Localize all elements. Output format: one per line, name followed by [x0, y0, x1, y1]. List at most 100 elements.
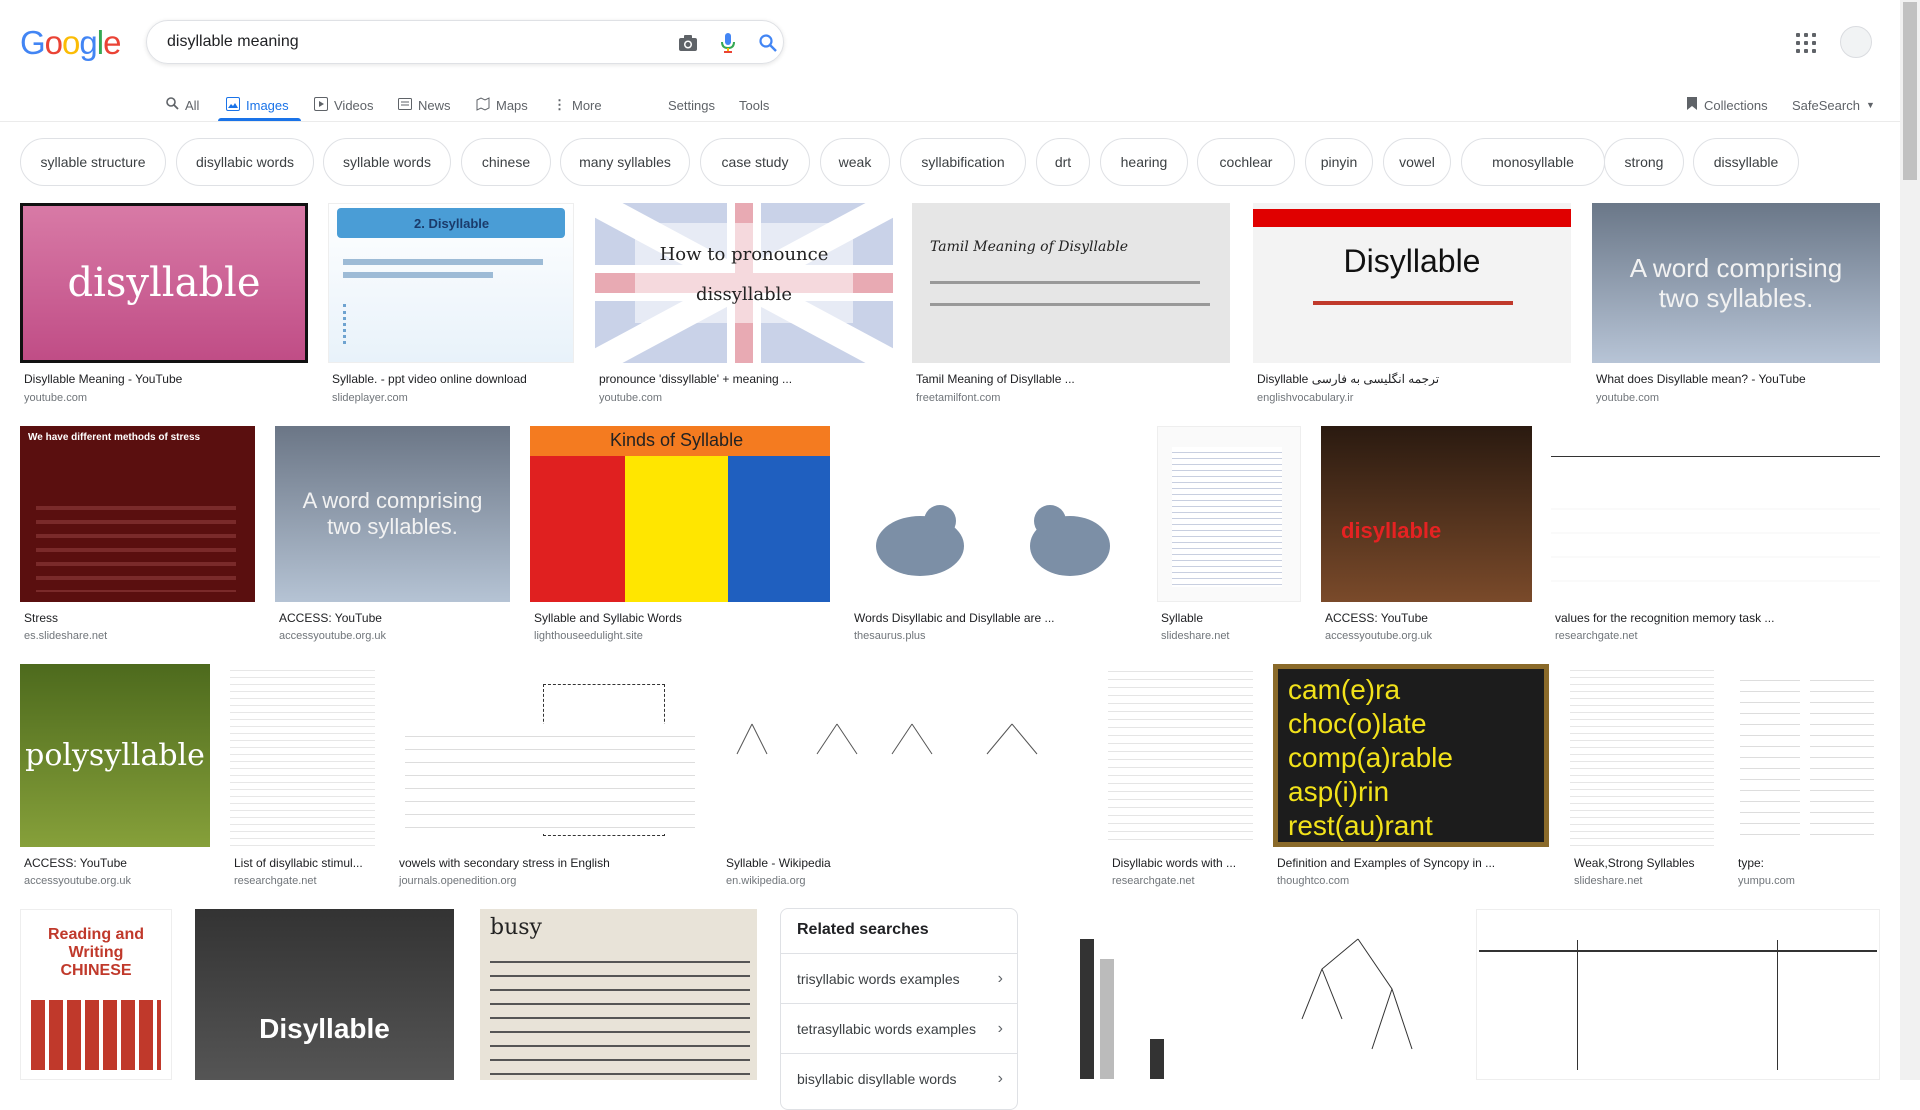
result-thumbnail[interactable]: [395, 664, 701, 847]
result-caption[interactable]: Syllable: [1161, 611, 1301, 625]
result-thumbnail[interactable]: How to pronounce dissyllable: [595, 203, 893, 363]
result-caption[interactable]: Syllable. - ppt video online download: [332, 372, 572, 386]
result-thumbnail[interactable]: disyllable: [1321, 426, 1532, 602]
chip[interactable]: syllable words: [323, 138, 451, 186]
chip[interactable]: strong: [1604, 138, 1684, 186]
result-thumbnail[interactable]: Kinds of Syllable: [530, 426, 830, 602]
result-source: englishvocabulary.ir: [1257, 392, 1354, 404]
search-icon[interactable]: [757, 32, 779, 54]
result-thumbnail[interactable]: [722, 664, 1088, 847]
chevron-right-icon: ›: [997, 1019, 1003, 1037]
chip[interactable]: dissyllable: [1693, 138, 1799, 186]
scrollbar-thumb[interactable]: [1903, 2, 1917, 180]
result-thumbnail[interactable]: [1040, 909, 1237, 1080]
result-caption[interactable]: Syllable - Wikipedia: [726, 856, 1086, 870]
more-vert-icon: ⋮: [553, 97, 566, 112]
result-thumbnail[interactable]: Disyllable: [195, 909, 454, 1080]
result-caption[interactable]: ACCESS: YouTube: [24, 856, 210, 870]
result-thumbnail[interactable]: Tamil Meaning of Disyllable: [912, 203, 1230, 363]
related-search-item[interactable]: trisyllabic words examples ›: [781, 953, 1017, 1003]
tab-settings[interactable]: Settings: [668, 90, 715, 120]
chip[interactable]: syllabification: [900, 138, 1026, 186]
tab-all[interactable]: All: [166, 90, 199, 120]
chip[interactable]: vowel: [1383, 138, 1451, 186]
result-caption[interactable]: vowels with secondary stress in English: [399, 856, 699, 870]
result-thumbnail[interactable]: [230, 664, 375, 847]
result-caption[interactable]: Stress: [24, 611, 252, 625]
result-caption[interactable]: Syllable and Syllabic Words: [534, 611, 826, 625]
chip[interactable]: disyllabic words: [176, 138, 314, 186]
tab-images[interactable]: Images: [226, 90, 289, 120]
chip[interactable]: syllable structure: [20, 138, 166, 186]
safesearch-dropdown[interactable]: SafeSearch ▼: [1792, 90, 1875, 120]
play-icon: [314, 96, 328, 114]
result-source: thoughtco.com: [1277, 875, 1350, 887]
search-box[interactable]: disyllable meaning: [146, 20, 784, 64]
tab-videos[interactable]: Videos: [314, 90, 374, 120]
result-caption[interactable]: pronounce 'dissyllable' + meaning ...: [599, 372, 889, 386]
result-thumbnail[interactable]: cam(e)ra choc(o)late comp(a)rable asp(i)…: [1273, 664, 1549, 847]
result-thumbnail[interactable]: [1157, 426, 1301, 602]
result-caption[interactable]: Words Disyllabic and Disyllable are ...: [854, 611, 1134, 625]
apps-grid-icon[interactable]: [1796, 33, 1816, 53]
result-thumbnail[interactable]: Disyllable: [1253, 203, 1571, 363]
result-caption[interactable]: Disyllable Meaning - YouTube: [24, 372, 304, 386]
result-caption[interactable]: type:: [1738, 856, 1878, 870]
result-caption[interactable]: Disyllable ترجمه انگلیسی به فارسی: [1257, 372, 1567, 386]
chip[interactable]: weak: [820, 138, 890, 186]
result-thumbnail[interactable]: [1570, 664, 1714, 847]
chevron-right-icon: ›: [997, 1069, 1003, 1087]
result-thumbnail[interactable]: busy: [480, 909, 757, 1080]
result-thumbnail[interactable]: [1262, 909, 1455, 1080]
result-thumbnail[interactable]: polysyllable: [20, 664, 210, 847]
chip[interactable]: chinese: [461, 138, 551, 186]
image-icon: [226, 96, 240, 114]
chip[interactable]: drt: [1036, 138, 1090, 186]
result-caption[interactable]: Weak,Strong Syllables: [1574, 856, 1714, 870]
result-thumbnail[interactable]: A word comprising two syllables.: [275, 426, 510, 602]
result-source: thesaurus.plus: [854, 630, 926, 642]
result-source: slideplayer.com: [332, 392, 408, 404]
result-thumbnail[interactable]: 2. Disyllable: [328, 203, 574, 363]
result-thumbnail[interactable]: [850, 426, 1136, 602]
result-thumbnail[interactable]: [1551, 426, 1880, 602]
result-thumbnail[interactable]: Reading and Writing CHINESE: [20, 909, 172, 1080]
result-thumbnail[interactable]: [1734, 664, 1880, 847]
result-source: researchgate.net: [1555, 630, 1638, 642]
tab-tools[interactable]: Tools: [739, 90, 769, 120]
map-icon: [476, 96, 490, 114]
tab-more[interactable]: ⋮ More: [553, 90, 602, 120]
tab-news[interactable]: News: [398, 90, 451, 120]
tab-maps[interactable]: Maps: [476, 90, 528, 120]
result-caption[interactable]: Definition and Examples of Syncopy in ..…: [1277, 856, 1547, 870]
related-search-item[interactable]: tetrasyllabic words examples ›: [781, 1003, 1017, 1053]
search-input[interactable]: disyllable meaning: [167, 33, 299, 51]
chip[interactable]: monosyllable: [1461, 138, 1605, 186]
google-logo[interactable]: Google: [20, 24, 121, 62]
result-source: slideshare.net: [1574, 875, 1643, 887]
microphone-icon[interactable]: [717, 32, 739, 54]
result-thumbnail[interactable]: [1108, 664, 1253, 847]
camera-icon[interactable]: [677, 32, 699, 54]
result-source: journals.openedition.org: [399, 875, 517, 887]
result-caption[interactable]: List of disyllabic stimul...: [234, 856, 374, 870]
chip[interactable]: pinyin: [1305, 138, 1373, 186]
collections-link[interactable]: Collections: [1686, 90, 1768, 120]
result-caption[interactable]: values for the recognition memory task .…: [1555, 611, 1877, 625]
result-thumbnail[interactable]: A word comprising two syllables.: [1592, 203, 1880, 363]
tab-label: News: [418, 97, 451, 113]
chip[interactable]: hearing: [1100, 138, 1188, 186]
result-thumbnail[interactable]: [1476, 909, 1880, 1080]
chip[interactable]: many syllables: [560, 138, 690, 186]
result-caption[interactable]: Tamil Meaning of Disyllable ...: [916, 372, 1226, 386]
chip[interactable]: case study: [700, 138, 810, 186]
related-search-item[interactable]: bisyllabic disyllable words ›: [781, 1053, 1017, 1103]
result-caption[interactable]: ACCESS: YouTube: [279, 611, 507, 625]
result-thumbnail[interactable]: We have different methods of stress: [20, 426, 255, 602]
result-thumbnail[interactable]: disyllable: [20, 203, 308, 363]
chip[interactable]: cochlear: [1197, 138, 1295, 186]
result-caption[interactable]: ACCESS: YouTube: [1325, 611, 1530, 625]
avatar[interactable]: [1840, 26, 1872, 58]
result-caption[interactable]: What does Disyllable mean? - YouTube: [1596, 372, 1876, 386]
result-caption[interactable]: Disyllabic words with ...: [1112, 856, 1252, 870]
